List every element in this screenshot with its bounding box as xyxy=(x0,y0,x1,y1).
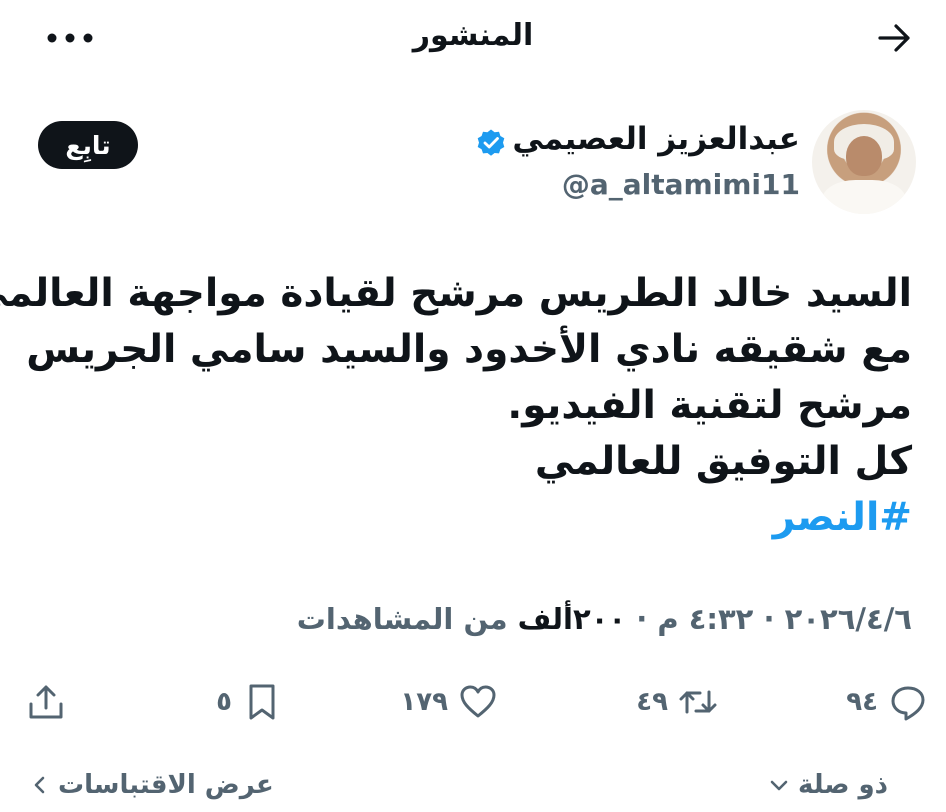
bookmark-action[interactable]: ٥ xyxy=(216,680,282,724)
page-title: المنشور xyxy=(412,18,534,53)
meta-separator: · xyxy=(753,602,785,636)
back-arrow-icon[interactable] xyxy=(874,18,914,58)
repost-icon xyxy=(679,690,717,714)
post-line: كل التوفيق للعالمي xyxy=(534,439,912,484)
bookmark-icon xyxy=(249,684,275,720)
share-icon[interactable] xyxy=(26,682,66,722)
author-handle[interactable]: @a_altamimi11 xyxy=(562,168,800,201)
hashtag-link[interactable]: #النصر xyxy=(32,490,912,546)
repost-action[interactable]: ٤٩ xyxy=(636,680,718,724)
post-line: مرشح لتقنية الفيديو. xyxy=(507,383,912,428)
relevance-sort-button[interactable]: ذو صلة xyxy=(768,770,888,800)
reply-icon xyxy=(891,686,925,721)
view-quotes-label: عرض الاقتباسات xyxy=(58,770,274,800)
repost-count: ٤٩ xyxy=(636,687,668,717)
follow-button[interactable]: تابِع xyxy=(38,121,138,169)
like-action[interactable]: ١٧٩ xyxy=(400,680,498,724)
view-quotes-link[interactable]: عرض الاقتباسات xyxy=(30,770,274,800)
post-line: مع شقيقه نادي الأخدود والسيد سامي الجريس xyxy=(26,327,912,372)
reply-count: ٩٤ xyxy=(846,687,878,717)
reply-action[interactable]: ٩٤ xyxy=(846,680,928,724)
post-time: ٤:٣٢ م xyxy=(657,602,754,636)
chevron-left-icon xyxy=(34,776,45,794)
relevance-label: ذو صلة xyxy=(797,770,888,800)
more-options-icon[interactable] xyxy=(44,26,96,50)
heart-icon xyxy=(460,685,496,718)
meta-separator: · xyxy=(626,602,658,636)
verified-badge-icon xyxy=(477,129,505,156)
bookmark-count: ٥ xyxy=(216,687,232,717)
post-text: السيد خالد الطريس مرشح لقيادة مواجهة الع… xyxy=(0,266,912,546)
post-date: ٢٠٢٦/٤/٦ xyxy=(784,602,912,636)
avatar[interactable] xyxy=(812,110,916,214)
author-name[interactable]: عبدالعزيز العصيمي xyxy=(512,121,800,157)
chevron-down-icon xyxy=(770,780,788,791)
post-line: السيد خالد الطريس مرشح لقيادة مواجهة الع… xyxy=(0,271,912,316)
views-count[interactable]: ٢٠٠ألف xyxy=(518,602,626,636)
like-count: ١٧٩ xyxy=(400,687,448,717)
views-label: من المشاهدات xyxy=(296,602,518,636)
post-meta: ٢٠٢٦/٤/٦ · ٤:٣٢ م · ٢٠٠ألف من المشاهدات xyxy=(297,602,912,636)
